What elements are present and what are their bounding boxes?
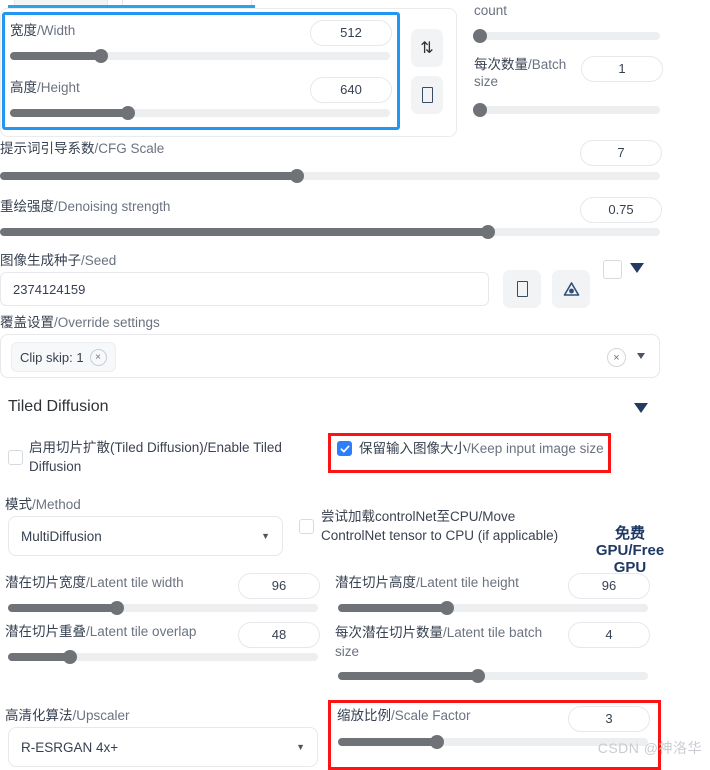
denoising-strength-slider[interactable]: [0, 225, 660, 239]
denoising-strength-label: 重绘强度/Denoising strength: [0, 199, 171, 214]
latent-tile-overlap-input[interactable]: 48: [238, 622, 320, 648]
method-label: 模式/Method: [5, 497, 81, 512]
latent-tile-overlap-slider-thumb[interactable]: [63, 650, 77, 664]
latent-tile-overlap-slider[interactable]: [8, 650, 318, 664]
height-input[interactable]: 640: [310, 77, 392, 103]
batch-count-slider-track: [474, 32, 660, 40]
aspect-ratio-icon: [421, 87, 433, 103]
latent-tile-batch-size-slider-fill: [338, 672, 478, 680]
latent-tile-width-slider[interactable]: [8, 601, 318, 615]
width-slider-fill: [10, 52, 102, 60]
method-dropdown-value: MultiDiffusion: [21, 528, 102, 544]
batch-count-label: count: [474, 3, 508, 18]
swap-vertical-icon: ⇅: [420, 40, 434, 57]
cfg-scale-label: 提示词引导系数/CFG Scale: [0, 141, 165, 156]
tiled-diffusion-collapse-triangle-down-icon[interactable]: [634, 403, 648, 413]
move-controlnet-to-cpu-checkbox[interactable]: [299, 519, 314, 534]
cfg-scale-input[interactable]: 7: [580, 140, 662, 166]
width-slider[interactable]: [10, 49, 390, 63]
latent-tile-height-slider-thumb[interactable]: [439, 601, 454, 615]
free-gpu-label: 免费 GPU/Free GPU: [594, 525, 666, 576]
method-dropdown[interactable]: MultiDiffusion ▼: [8, 516, 283, 556]
latent-tile-height-slider[interactable]: [338, 601, 648, 615]
override-clear-icon[interactable]: ×: [607, 348, 626, 367]
seed-dice-button[interactable]: [503, 270, 541, 308]
chevron-down-icon: ▼: [296, 742, 305, 752]
latent-tile-width-input[interactable]: 96: [238, 573, 320, 599]
seed-label: 图像生成种子/Seed: [0, 253, 117, 268]
override-tag-remove-icon[interactable]: ×: [89, 348, 107, 366]
latent-tile-batch-size-input[interactable]: 4: [568, 622, 650, 648]
override-tag-label: Clip skip: 1: [20, 349, 84, 365]
latent-tile-height-slider-fill: [338, 604, 447, 612]
denoising-strength-slider-thumb[interactable]: [481, 225, 496, 239]
cfg-scale-slider[interactable]: [0, 169, 660, 183]
move-controlnet-to-cpu-label: 尝试加载controlNet至CPU/Move ControlNet tenso…: [321, 507, 591, 545]
override-tag[interactable]: Clip skip: 1 ×: [11, 342, 116, 372]
override-settings-field[interactable]: Clip skip: 1 × ×: [0, 334, 660, 378]
move-controlnet-line1: 尝试加载controlNet至CPU/Move: [321, 509, 516, 524]
override-dropdown-caret-icon[interactable]: [637, 353, 645, 359]
check-icon: [340, 445, 349, 452]
batch-size-slider-thumb[interactable]: [472, 103, 487, 117]
width-input[interactable]: 512: [310, 20, 392, 46]
batch-count-slider-thumb[interactable]: [472, 29, 487, 43]
latent-tile-height-input[interactable]: 96: [568, 573, 650, 599]
denoising-strength-slider-fill: [0, 228, 489, 236]
latent-tile-batch-size-label: 每次潜在切片数量/Latent tile batch size: [335, 625, 543, 659]
batch-size-label: 每次数量/Batch size: [474, 57, 567, 89]
height-slider-thumb[interactable]: [120, 106, 135, 120]
seed-expand-chevron-down-icon[interactable]: [630, 263, 644, 273]
upscaler-dropdown-value: R-ESRGAN 4x+: [21, 739, 119, 755]
override-settings-label: 覆盖设置/Override settings: [0, 315, 160, 330]
scale-factor-slider-fill: [338, 738, 438, 746]
cfg-scale-slider-thumb[interactable]: [290, 169, 304, 183]
aspect-ratio-button[interactable]: [411, 76, 443, 114]
scale-factor-input[interactable]: 3: [568, 706, 650, 732]
recycle-icon: [563, 281, 579, 296]
height-label: 高度/Height: [10, 80, 80, 95]
img2img-settings-panel: 宽度/Width 512 高度/Height 640 ⇅ count 每次数量/…: [0, 0, 710, 770]
csdn-watermark: CSDN @神洛华: [597, 740, 702, 756]
latent-tile-width-slider-thumb[interactable]: [109, 601, 124, 615]
cfg-scale-slider-fill: [0, 172, 297, 180]
scale-factor-label: 缩放比例/Scale Factor: [337, 708, 471, 723]
width-label: 宽度/Width: [10, 23, 76, 38]
chevron-down-icon: ▼: [261, 531, 270, 541]
free-gpu-line1: 免费: [614, 525, 645, 542]
enable-tiled-diffusion-label: 启用切片扩散(Tiled Diffusion)/Enable Tiled Dif…: [29, 440, 282, 474]
latent-tile-batch-size-slider-thumb[interactable]: [470, 669, 485, 683]
swap-dimensions-button[interactable]: ⇅: [411, 29, 443, 67]
latent-tile-width-label: 潜在切片宽度/Latent tile width: [5, 575, 184, 590]
height-slider-fill: [10, 109, 128, 117]
keep-input-image-size-checkbox[interactable]: [337, 441, 352, 456]
latent-tile-overlap-label: 潜在切片重叠/Latent tile overlap: [5, 624, 197, 639]
scale-factor-slider-thumb[interactable]: [430, 735, 445, 749]
width-slider-thumb[interactable]: [94, 49, 109, 63]
batch-size-slider[interactable]: [472, 103, 660, 117]
enable-tiled-diffusion-checkbox[interactable]: [8, 450, 23, 465]
height-slider[interactable]: [10, 106, 390, 120]
latent-tile-width-slider-fill: [8, 604, 117, 612]
latent-tile-batch-size-slider[interactable]: [338, 669, 648, 683]
batch-size-input[interactable]: 1: [581, 56, 663, 82]
denoising-strength-input[interactable]: 0.75: [580, 197, 662, 223]
upscaler-label: 高清化算法/Upscaler: [5, 708, 130, 723]
batch-count-slider[interactable]: [472, 29, 660, 43]
keep-input-image-size-label: 保留输入图像大小/Keep input image size: [359, 441, 604, 456]
move-controlnet-line2: ControlNet tensor to CPU (if applicable): [321, 528, 559, 543]
dice-icon: [516, 281, 528, 297]
seed-input[interactable]: 2374124159: [0, 272, 489, 306]
latent-tile-height-label: 潜在切片高度/Latent tile height: [335, 575, 519, 590]
batch-size-slider-track: [474, 106, 660, 114]
latent-tile-overlap-slider-fill: [8, 653, 70, 661]
free-gpu-line2: GPU/Free: [595, 542, 665, 559]
seed-recycle-button[interactable]: [552, 270, 590, 308]
tiled-diffusion-title: Tiled Diffusion: [8, 398, 109, 415]
upscaler-dropdown[interactable]: R-ESRGAN 4x+ ▼: [8, 727, 318, 767]
seed-extra-checkbox[interactable]: [603, 260, 622, 279]
